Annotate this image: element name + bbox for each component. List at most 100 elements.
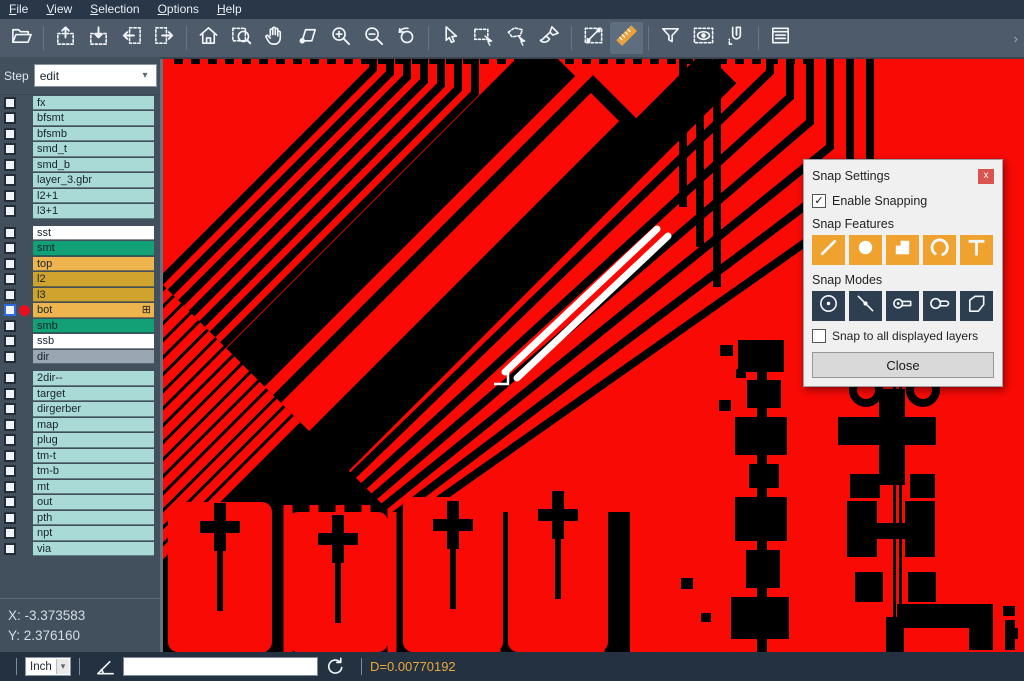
zoom-region-button[interactable] [225, 22, 258, 54]
home-button[interactable] [192, 22, 225, 54]
layer-checkbox[interactable] [4, 258, 16, 270]
close-button[interactable]: Close [812, 352, 994, 378]
toolbar-overflow-chevron[interactable]: › [1014, 31, 1018, 46]
menu-view[interactable]: View [37, 0, 81, 19]
layer-label[interactable]: ssb [33, 334, 154, 349]
panel-button[interactable] [764, 22, 797, 54]
measure-button[interactable] [577, 22, 610, 54]
layer-checkbox[interactable] [4, 372, 16, 384]
layer-checkbox[interactable] [4, 205, 16, 217]
layer-label[interactable]: bot⊞ [33, 303, 154, 318]
layer-checkbox[interactable] [4, 434, 16, 446]
zoom-out-button[interactable] [357, 22, 390, 54]
rect-select-button[interactable] [467, 22, 500, 54]
snap-surface-button[interactable] [886, 235, 919, 265]
layer-checkbox[interactable] [4, 112, 16, 124]
layer-checkbox[interactable] [4, 227, 16, 239]
layer-label[interactable]: bfsmb [33, 127, 154, 142]
grid-icon[interactable]: ⊞ [142, 303, 151, 317]
brush-button[interactable] [533, 22, 566, 54]
layer-label[interactable]: l2 [33, 272, 154, 287]
menu-selection[interactable]: Selection [81, 0, 148, 19]
snap-center-button[interactable] [812, 291, 845, 321]
layer-checkbox[interactable] [4, 465, 16, 477]
layer-label[interactable]: dir [33, 350, 154, 365]
import-up-button[interactable] [49, 22, 82, 54]
layer-checkbox[interactable] [4, 190, 16, 202]
layer-label[interactable]: sst [33, 226, 154, 241]
select-button[interactable] [434, 22, 467, 54]
layer-label[interactable]: plug [33, 433, 154, 448]
snap-arc-button[interactable] [923, 235, 956, 265]
layer-label[interactable]: l2+1 [33, 189, 154, 204]
layer-checkbox[interactable] [4, 419, 16, 431]
import-left-button[interactable] [115, 22, 148, 54]
layer-checkbox[interactable] [4, 143, 16, 155]
layer-label[interactable]: 2dir-- [33, 371, 154, 386]
all-layers-checkbox[interactable] [812, 329, 826, 343]
layer-checkbox[interactable] [4, 304, 16, 316]
dimension-input[interactable] [123, 657, 318, 676]
snap-pad-slot-button[interactable] [886, 291, 919, 321]
layer-checkbox[interactable] [4, 273, 16, 285]
open-button[interactable] [5, 22, 38, 54]
zoom-in-button[interactable] [324, 22, 357, 54]
magnet-button[interactable] [720, 22, 753, 54]
layer-label[interactable]: tm-b [33, 464, 154, 479]
layer-label[interactable]: layer_3.gbr [33, 173, 154, 188]
layer-label[interactable]: mt [33, 480, 154, 495]
close-icon[interactable]: x [978, 169, 994, 184]
layer-label[interactable]: top [33, 257, 154, 272]
menu-file[interactable]: File [0, 0, 37, 19]
snap-line-button[interactable] [812, 235, 845, 265]
layer-label[interactable]: pth [33, 511, 154, 526]
layer-label[interactable]: npt [33, 526, 154, 541]
layer-checkbox[interactable] [4, 512, 16, 524]
layer-label[interactable]: target [33, 387, 154, 402]
snap-pad-button[interactable] [849, 235, 882, 265]
snap-contour-button[interactable] [960, 291, 993, 321]
layer-label[interactable]: tm-t [33, 449, 154, 464]
enable-snapping-checkbox[interactable]: ✓ [812, 194, 826, 208]
layer-label[interactable]: map [33, 418, 154, 433]
layer-checkbox[interactable] [4, 543, 16, 555]
layer-checkbox[interactable] [4, 335, 16, 347]
layer-label[interactable]: l3 [33, 288, 154, 303]
transform-button[interactable] [291, 22, 324, 54]
step-select[interactable]: edit ▾ [34, 64, 157, 87]
layer-checkbox[interactable] [4, 289, 16, 301]
layer-checkbox[interactable] [4, 159, 16, 171]
pan-button[interactable] [258, 22, 291, 54]
snap-text-button[interactable] [960, 235, 993, 265]
filter-button[interactable] [654, 22, 687, 54]
layer-label[interactable]: bfsmt [33, 111, 154, 126]
layer-label[interactable]: smb [33, 319, 154, 334]
layer-checkbox[interactable] [4, 496, 16, 508]
layer-checkbox[interactable] [4, 128, 16, 140]
layer-checkbox[interactable] [4, 481, 16, 493]
layer-checkbox[interactable] [4, 450, 16, 462]
menu-options[interactable]: Options [149, 0, 208, 19]
snap-dialog-titlebar[interactable]: Snap Settings x [812, 167, 994, 185]
layer-label[interactable]: out [33, 495, 154, 510]
poly-select-button[interactable] [500, 22, 533, 54]
layer-label[interactable]: smd_b [33, 158, 154, 173]
layer-checkbox[interactable] [4, 174, 16, 186]
layer-label[interactable]: via [33, 542, 154, 557]
zoom-previous-button[interactable] [390, 22, 423, 54]
layer-label[interactable]: l3+1 [33, 204, 154, 219]
layer-checkbox[interactable] [4, 97, 16, 109]
import-down-button[interactable] [82, 22, 115, 54]
layer-checkbox[interactable] [4, 388, 16, 400]
snap-midpoint-button[interactable] [849, 291, 882, 321]
layer-label[interactable]: fx [33, 96, 154, 111]
layer-checkbox[interactable] [4, 242, 16, 254]
menu-help[interactable]: Help [208, 0, 251, 19]
import-right-button[interactable] [148, 22, 181, 54]
layer-checkbox[interactable] [4, 527, 16, 539]
refresh-icon[interactable] [324, 655, 347, 678]
layer-checkbox[interactable] [4, 351, 16, 363]
visibility-button[interactable] [687, 22, 720, 54]
layer-label[interactable]: dirgerber [33, 402, 154, 417]
layer-checkbox[interactable] [4, 320, 16, 332]
